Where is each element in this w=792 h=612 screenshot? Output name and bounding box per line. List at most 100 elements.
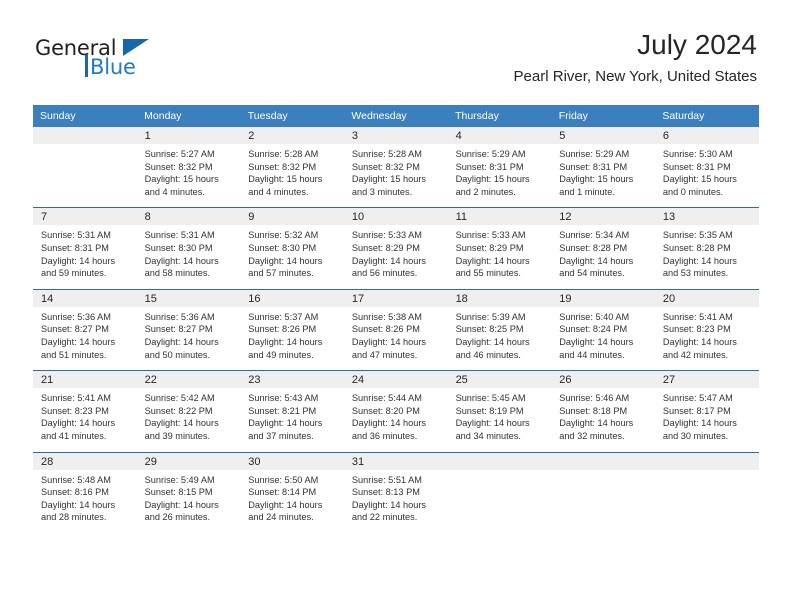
daylight-text: Daylight: 14 hours xyxy=(41,336,116,347)
daylight-text: Daylight: 14 hours xyxy=(248,418,323,429)
sunrise-text: Sunrise: 5:41 AM xyxy=(662,311,733,322)
day-number: 7 xyxy=(33,208,137,226)
day-details: Sunrise: 5:49 AM Sunset: 8:15 PM Dayligh… xyxy=(137,470,241,533)
day-number: 15 xyxy=(136,289,241,307)
day-cell[interactable]: 13 Sunrise: 5:35 AM Sunset: 8:28 PM Dayl… xyxy=(654,207,759,290)
day-number: 1 xyxy=(136,127,241,144)
day-cell[interactable]: 27 Sunrise: 5:47 AM Sunset: 8:17 PM Dayl… xyxy=(654,370,759,452)
day-cell[interactable]: 3 Sunrise: 5:28 AM Sunset: 8:32 PM Dayli… xyxy=(343,127,448,208)
day-cell[interactable]: 24 Sunrise: 5:44 AM Sunset: 8:20 PM Dayl… xyxy=(343,370,448,452)
sunrise-text: Sunrise: 5:40 AM xyxy=(559,311,630,322)
daylight-text-cont: and 1 minute. xyxy=(559,186,615,197)
sunset-text: Sunset: 8:27 PM xyxy=(41,324,109,335)
sunset-text: Sunset: 8:30 PM xyxy=(248,242,317,253)
sunset-text: Sunset: 8:16 PM xyxy=(41,487,109,498)
day-number: 27 xyxy=(654,371,759,389)
day-cell[interactable]: 10 Sunrise: 5:33 AM Sunset: 8:29 PM Dayl… xyxy=(343,207,448,290)
sunrise-text: Sunrise: 5:31 AM xyxy=(41,230,111,241)
sunrise-text: Sunrise: 5:47 AM xyxy=(662,393,733,404)
day-details: Sunrise: 5:45 AM Sunset: 8:19 PM Dayligh… xyxy=(448,388,552,451)
day-cell[interactable]: 21 Sunrise: 5:41 AM Sunset: 8:23 PM Dayl… xyxy=(33,370,137,452)
daylight-text-cont: and 2 minutes. xyxy=(455,186,516,197)
day-cell[interactable]: 20 Sunrise: 5:41 AM Sunset: 8:23 PM Dayl… xyxy=(654,288,759,371)
daylight-text: Daylight: 14 hours xyxy=(662,336,737,347)
day-number xyxy=(654,452,759,470)
sunset-text: Sunset: 8:24 PM xyxy=(559,324,628,335)
sunset-text: Sunset: 8:32 PM xyxy=(351,161,420,172)
day-cell[interactable]: 29 Sunrise: 5:49 AM Sunset: 8:15 PM Dayl… xyxy=(136,451,241,533)
daylight-text-cont: and 53 minutes. xyxy=(662,268,729,279)
day-cell[interactable]: 16 Sunrise: 5:37 AM Sunset: 8:26 PM Dayl… xyxy=(240,288,344,371)
sunrise-text: Sunrise: 5:43 AM xyxy=(248,393,319,404)
page-subtitle: Pearl River, New York, United States xyxy=(513,68,757,85)
day-cell[interactable]: 9 Sunrise: 5:32 AM Sunset: 8:30 PM Dayli… xyxy=(240,207,344,290)
day-cell[interactable]: 11 Sunrise: 5:33 AM Sunset: 8:29 PM Dayl… xyxy=(447,207,552,290)
day-details: Sunrise: 5:33 AM Sunset: 8:29 PM Dayligh… xyxy=(448,225,552,288)
calendar-page: General Blue July 2024 Pearl River, New … xyxy=(0,0,792,612)
sunrise-text: Sunrise: 5:30 AM xyxy=(662,149,733,159)
daylight-text: Daylight: 14 hours xyxy=(455,336,530,347)
day-number: 22 xyxy=(136,371,241,389)
day-cell[interactable] xyxy=(551,451,655,533)
daylight-text: Daylight: 15 hours xyxy=(144,174,219,185)
day-cell[interactable]: 30 Sunrise: 5:50 AM Sunset: 8:14 PM Dayl… xyxy=(240,451,344,533)
weekday-header-wednesday: Wednesday xyxy=(343,105,449,127)
day-number: 24 xyxy=(343,371,448,389)
day-cell[interactable]: 17 Sunrise: 5:38 AM Sunset: 8:26 PM Dayl… xyxy=(343,288,448,371)
sunrise-text: Sunrise: 5:51 AM xyxy=(351,474,422,485)
sunrise-text: Sunrise: 5:31 AM xyxy=(144,230,215,241)
day-cell[interactable] xyxy=(33,127,137,208)
day-cell[interactable]: 26 Sunrise: 5:46 AM Sunset: 8:18 PM Dayl… xyxy=(551,370,655,452)
sunset-text: Sunset: 8:26 PM xyxy=(351,324,420,335)
day-cell[interactable]: 2 Sunrise: 5:28 AM Sunset: 8:32 PM Dayli… xyxy=(240,127,344,208)
day-cell[interactable]: 25 Sunrise: 5:45 AM Sunset: 8:19 PM Dayl… xyxy=(447,370,552,452)
day-cell[interactable]: 31 Sunrise: 5:51 AM Sunset: 8:13 PM Dayl… xyxy=(343,451,448,533)
day-details: Sunrise: 5:33 AM Sunset: 8:29 PM Dayligh… xyxy=(344,225,448,288)
day-cell[interactable]: 12 Sunrise: 5:34 AM Sunset: 8:28 PM Dayl… xyxy=(551,207,655,290)
day-cell[interactable]: 28 Sunrise: 5:48 AM Sunset: 8:16 PM Dayl… xyxy=(33,451,137,533)
day-number: 17 xyxy=(343,289,448,307)
day-cell[interactable] xyxy=(654,451,759,533)
sunset-text: Sunset: 8:17 PM xyxy=(662,405,731,416)
day-details: Sunrise: 5:36 AM Sunset: 8:27 PM Dayligh… xyxy=(33,307,137,370)
day-number: 23 xyxy=(240,371,344,389)
sunrise-text: Sunrise: 5:29 AM xyxy=(455,149,526,159)
day-details: Sunrise: 5:50 AM Sunset: 8:14 PM Dayligh… xyxy=(240,470,344,533)
day-cell[interactable]: 5 Sunrise: 5:29 AM Sunset: 8:31 PM Dayli… xyxy=(551,127,655,208)
daylight-text-cont: and 55 minutes. xyxy=(455,268,521,279)
daylight-text-cont: and 32 minutes. xyxy=(559,430,625,441)
day-details: Sunrise: 5:29 AM Sunset: 8:31 PM Dayligh… xyxy=(551,144,655,207)
sunset-text: Sunset: 8:13 PM xyxy=(351,487,420,498)
day-cell[interactable] xyxy=(447,451,552,533)
day-cell[interactable]: 8 Sunrise: 5:31 AM Sunset: 8:30 PM Dayli… xyxy=(136,207,241,290)
day-cell[interactable]: 1 Sunrise: 5:27 AM Sunset: 8:32 PM Dayli… xyxy=(136,127,241,208)
sunset-text: Sunset: 8:15 PM xyxy=(144,487,213,498)
daylight-text-cont: and 3 minutes. xyxy=(351,186,413,197)
day-details: Sunrise: 5:29 AM Sunset: 8:31 PM Dayligh… xyxy=(448,144,552,207)
daylight-text: Daylight: 14 hours xyxy=(662,255,737,266)
day-cell[interactable]: 4 Sunrise: 5:29 AM Sunset: 8:31 PM Dayli… xyxy=(447,127,552,208)
day-cell[interactable]: 19 Sunrise: 5:40 AM Sunset: 8:24 PM Dayl… xyxy=(551,288,655,371)
calendar-week-row: 7 Sunrise: 5:31 AM Sunset: 8:31 PM Dayli… xyxy=(33,207,759,290)
day-number: 13 xyxy=(654,208,759,226)
sunrise-text: Sunrise: 5:34 AM xyxy=(559,230,630,241)
day-cell[interactable]: 15 Sunrise: 5:36 AM Sunset: 8:27 PM Dayl… xyxy=(136,288,241,371)
day-cell[interactable]: 18 Sunrise: 5:39 AM Sunset: 8:25 PM Dayl… xyxy=(447,288,552,371)
sunset-text: Sunset: 8:23 PM xyxy=(41,405,109,416)
day-details: Sunrise: 5:41 AM Sunset: 8:23 PM Dayligh… xyxy=(33,388,137,451)
daylight-text: Daylight: 14 hours xyxy=(351,418,426,429)
day-cell[interactable]: 23 Sunrise: 5:43 AM Sunset: 8:21 PM Dayl… xyxy=(240,370,344,452)
daylight-text-cont: and 51 minutes. xyxy=(41,349,107,360)
day-cell[interactable]: 14 Sunrise: 5:36 AM Sunset: 8:27 PM Dayl… xyxy=(33,288,137,371)
day-number: 12 xyxy=(551,208,655,226)
day-cell[interactable]: 7 Sunrise: 5:31 AM Sunset: 8:31 PM Dayli… xyxy=(33,207,137,290)
day-details: Sunrise: 5:42 AM Sunset: 8:22 PM Dayligh… xyxy=(137,388,241,451)
day-cell[interactable]: 22 Sunrise: 5:42 AM Sunset: 8:22 PM Dayl… xyxy=(136,370,241,452)
daylight-text-cont: and 56 minutes. xyxy=(351,268,418,279)
sunset-text: Sunset: 8:31 PM xyxy=(559,161,628,172)
daylight-text-cont: and 36 minutes. xyxy=(351,430,418,441)
day-number: 16 xyxy=(240,289,344,307)
day-number: 25 xyxy=(447,371,552,389)
day-cell[interactable]: 6 Sunrise: 5:30 AM Sunset: 8:31 PM Dayli… xyxy=(654,127,759,208)
brand-logo[interactable]: General Blue xyxy=(35,36,165,82)
